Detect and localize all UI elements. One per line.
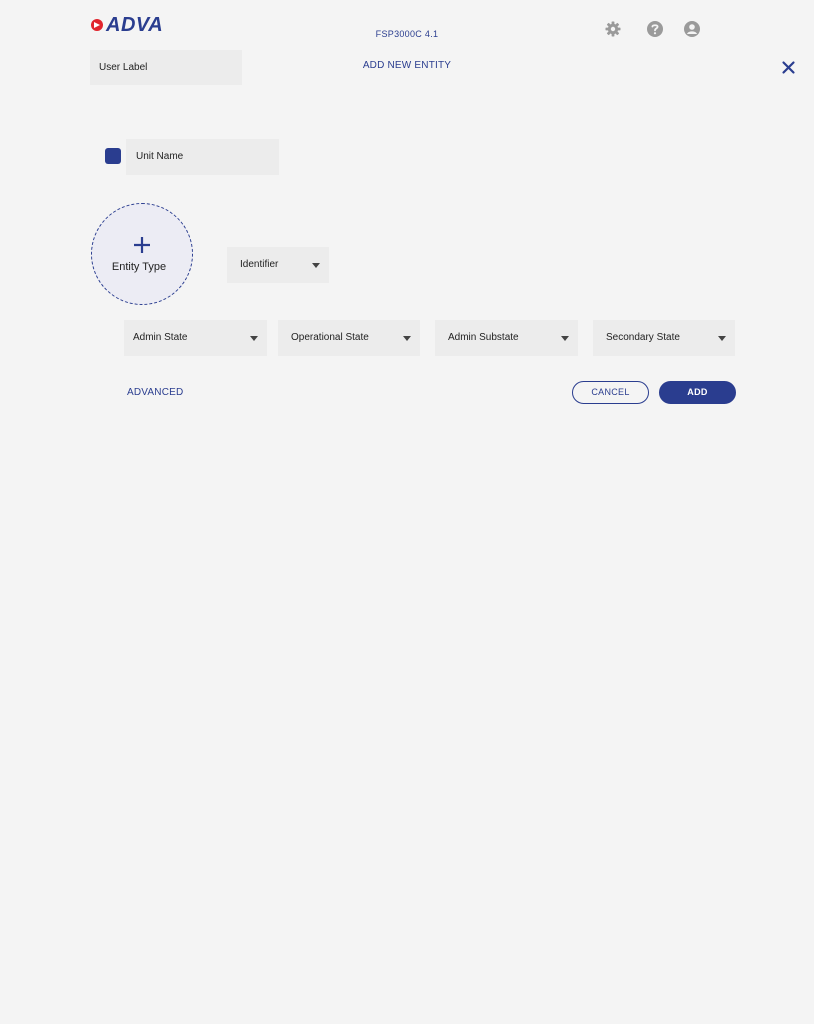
brand-name: ADVA xyxy=(106,14,164,36)
cancel-button[interactable]: CANCEL xyxy=(572,381,649,404)
operational-state-select[interactable]: Operational State xyxy=(278,320,420,356)
identifier-select-label: Identifier xyxy=(240,259,279,270)
user-account-icon[interactable] xyxy=(682,19,702,39)
advanced-link[interactable]: ADVANCED xyxy=(127,387,183,398)
admin-state-select[interactable]: Admin State xyxy=(124,320,267,356)
secondary-state-label: Secondary State xyxy=(606,332,680,343)
entity-type-label: Entity Type xyxy=(111,261,167,273)
chevron-down-icon xyxy=(718,336,726,341)
device-name: FSP3000C 4.1 xyxy=(375,29,439,39)
admin-substate-select[interactable]: Admin Substate xyxy=(435,320,578,356)
dialog-title: ADD NEW ENTITY xyxy=(362,60,452,71)
chevron-down-icon xyxy=(250,336,258,341)
adva-logo-mark-icon xyxy=(91,19,103,31)
add-button[interactable]: ADD xyxy=(659,381,736,404)
chevron-down-icon xyxy=(561,336,569,341)
close-icon[interactable] xyxy=(780,59,797,76)
user-label-field[interactable]: User Label xyxy=(90,50,242,85)
entity-type-selector[interactable]: Entity Type xyxy=(91,203,193,305)
plus-icon xyxy=(134,237,150,253)
operational-state-label: Operational State xyxy=(291,332,369,343)
identifier-select[interactable]: Identifier xyxy=(227,247,329,283)
admin-substate-label: Admin Substate xyxy=(448,332,519,343)
unit-color-swatch[interactable] xyxy=(105,148,121,164)
chevron-down-icon xyxy=(312,263,320,268)
secondary-state-select[interactable]: Secondary State xyxy=(593,320,735,356)
gear-icon[interactable] xyxy=(603,19,623,39)
unit-name-field[interactable]: Unit Name xyxy=(126,139,279,175)
admin-state-label: Admin State xyxy=(133,332,188,343)
help-icon[interactable] xyxy=(645,19,665,39)
adva-logo: ADVA xyxy=(90,14,163,36)
chevron-down-icon xyxy=(403,336,411,341)
